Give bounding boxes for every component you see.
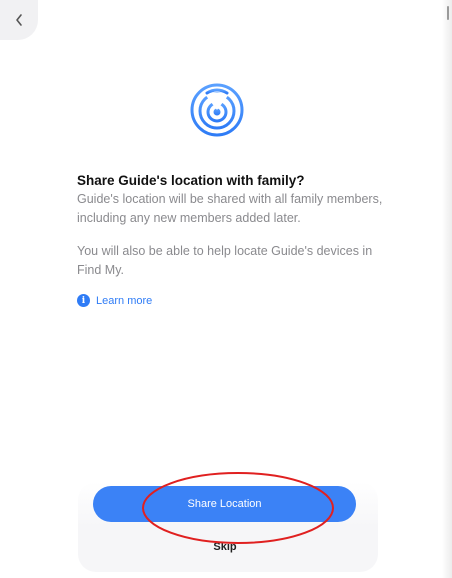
skip-button[interactable]: Skip bbox=[170, 536, 280, 558]
find-my-paragraph: You will also be able to help locate Gui… bbox=[77, 244, 373, 277]
edge-marker bbox=[447, 6, 449, 20]
back-button[interactable] bbox=[0, 0, 38, 40]
window-edge bbox=[442, 0, 452, 578]
location-signal-icon bbox=[190, 83, 244, 137]
content: Share Guide's location with family? Guid… bbox=[77, 172, 389, 307]
info-icon: i bbox=[77, 294, 90, 307]
learn-more-label: Learn more bbox=[96, 294, 153, 307]
description-paragraph: Guide's location will be shared with all… bbox=[77, 192, 383, 225]
chevron-left-icon bbox=[16, 14, 22, 26]
learn-more-link[interactable]: i Learn more bbox=[77, 294, 389, 307]
page-title: Share Guide's location with family? bbox=[77, 173, 305, 188]
share-location-button[interactable]: Share Location bbox=[93, 486, 356, 522]
share-location-screen: Share Guide's location with family? Guid… bbox=[0, 0, 452, 578]
